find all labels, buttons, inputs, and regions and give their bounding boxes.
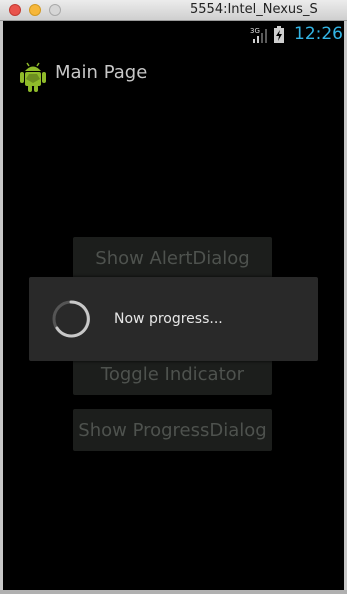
device-screen: 3G 12:26 Main Page Show AlertDialog Togg… xyxy=(3,21,344,590)
page-title: Main Page xyxy=(55,62,148,83)
window-bottom-edge xyxy=(0,590,347,594)
window-title: 5554:Intel_Nexus_S xyxy=(190,2,318,17)
status-bar: 3G 12:26 xyxy=(3,21,344,46)
android-icon[interactable] xyxy=(18,59,48,93)
signal-icon xyxy=(253,29,267,43)
show-progress-dialog-button[interactable]: Show ProgressDialog xyxy=(73,409,272,451)
status-clock: 12:26 xyxy=(294,24,343,44)
progress-dialog: Now progress... xyxy=(29,277,318,361)
action-bar: Main Page xyxy=(3,46,344,98)
show-alert-dialog-button[interactable]: Show AlertDialog xyxy=(73,237,272,279)
zoom-window-button[interactable] xyxy=(49,4,61,16)
progress-message: Now progress... xyxy=(114,311,223,327)
close-window-button[interactable] xyxy=(9,4,21,16)
minimize-window-button[interactable] xyxy=(29,4,41,16)
spinner-icon xyxy=(52,300,90,338)
battery-charging-icon xyxy=(274,26,284,43)
emulator-title-bar: 5554:Intel_Nexus_S xyxy=(0,0,347,21)
